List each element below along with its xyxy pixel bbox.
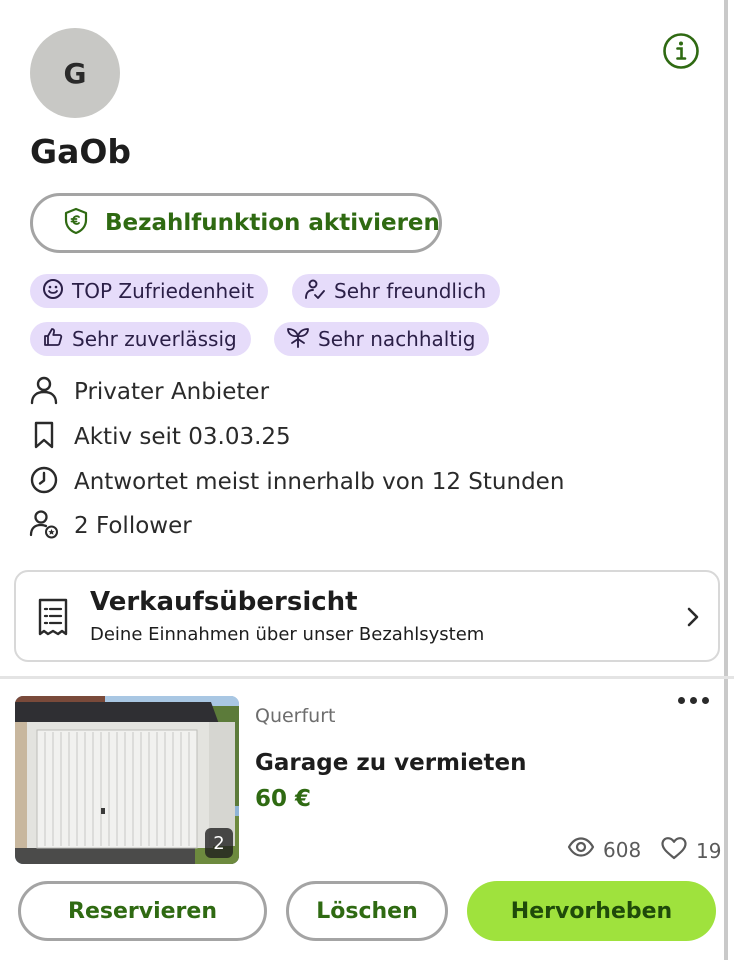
friendly-person-icon [304, 278, 326, 305]
person-icon [28, 374, 60, 410]
thumbs-up-icon [42, 326, 64, 353]
image-count-badge: 2 [205, 828, 233, 858]
activate-payment-button[interactable]: Bezahlfunktion aktivieren [30, 193, 442, 253]
bookmark-icon [28, 419, 60, 455]
info-row-active-since: Aktiv seit 03.03.25 [28, 420, 291, 454]
username: GaOb [30, 132, 132, 171]
sales-overview-subtitle: Deine Einnahmen über unser Bezahlsystem [90, 624, 485, 645]
heart-icon [660, 836, 688, 865]
reserve-label: Reservieren [68, 898, 217, 924]
badge-top-satisfaction: TOP Zufriedenheit [30, 274, 268, 308]
like-count-value: 19 [696, 838, 722, 863]
response-time-text: Antwortet meist innerhalb von 12 Stunden [74, 469, 565, 495]
activate-payment-label: Bezahlfunktion aktivieren [105, 210, 440, 236]
sales-overview-title: Verkaufsübersicht [90, 587, 358, 617]
receipt-icon [36, 598, 70, 640]
eye-icon [567, 836, 595, 863]
badge-reliable: Sehr zuverlässig [30, 322, 251, 356]
follower-icon [28, 508, 60, 544]
scrollbar[interactable] [724, 0, 728, 960]
seller-type-text: Privater Anbieter [74, 379, 270, 405]
info-row-seller-type: Privater Anbieter [28, 375, 269, 409]
info-icon[interactable] [662, 32, 700, 70]
info-row-response-time: Antwortet meist innerhalb von 12 Stunden [28, 465, 564, 499]
badge-label: Sehr nachhaltig [318, 327, 476, 351]
badge-label: TOP Zufriedenheit [72, 279, 254, 303]
listing-location: Querfurt [255, 705, 336, 727]
highlight-label: Hervorheben [510, 898, 673, 924]
reserve-button[interactable]: Reservieren [18, 881, 267, 941]
info-row-followers: 2 Follower [28, 509, 192, 543]
listing-thumbnail[interactable]: 2 [15, 696, 239, 864]
view-count-value: 608 [603, 837, 642, 862]
view-count: 608 [567, 836, 641, 863]
badge-sustainable: Sehr nachhaltig [274, 322, 490, 356]
badge-friendly: Sehr freundlich [292, 274, 501, 308]
delete-label: Löschen [316, 898, 418, 924]
more-options-icon[interactable] [672, 688, 714, 712]
smiley-icon [42, 278, 64, 305]
like-count[interactable]: 19 [660, 836, 721, 865]
followers-text: 2 Follower [74, 513, 192, 539]
avatar-initial: G [63, 56, 87, 90]
listing-price: 60 € [255, 786, 312, 812]
section-divider [0, 676, 734, 679]
active-since-text: Aktiv seit 03.03.25 [74, 424, 291, 450]
sales-overview-card[interactable]: Verkaufsübersicht Deine Einnahmen über u… [14, 570, 720, 662]
delete-button[interactable]: Löschen [286, 881, 448, 941]
plant-icon [286, 326, 310, 353]
avatar: G [30, 28, 120, 118]
shield-euro-icon [63, 207, 89, 239]
chevron-right-icon [686, 606, 700, 632]
clock-icon [28, 464, 60, 500]
badge-label: Sehr freundlich [334, 279, 487, 303]
highlight-button[interactable]: Hervorheben [467, 881, 716, 941]
badge-label: Sehr zuverlässig [72, 327, 237, 351]
listing-title[interactable]: Garage zu vermieten [255, 750, 526, 776]
